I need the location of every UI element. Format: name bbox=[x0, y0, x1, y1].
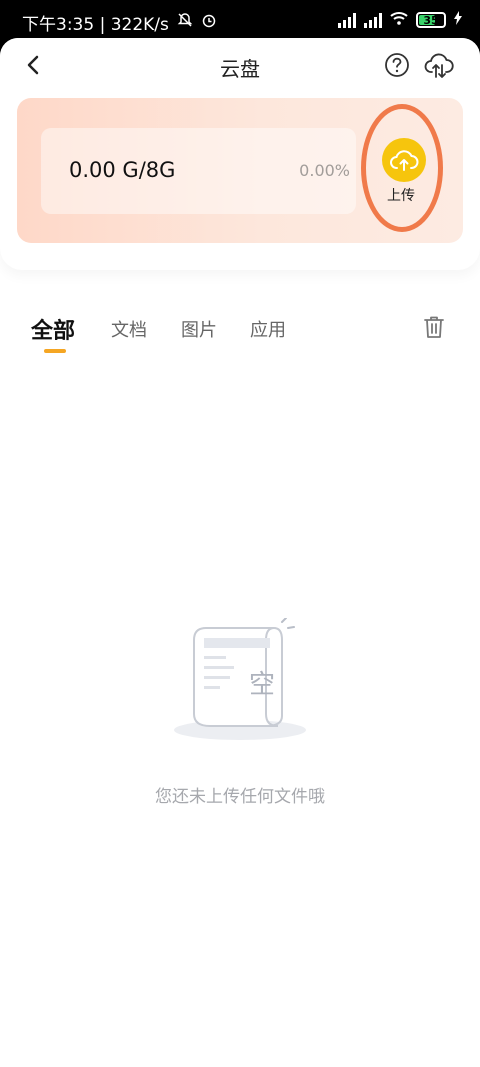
tab-documents[interactable]: 文档 bbox=[111, 316, 147, 342]
empty-illustration-text: 空 bbox=[249, 670, 275, 700]
wifi-icon bbox=[390, 10, 408, 30]
tab-indicator bbox=[44, 349, 66, 353]
signal-icon bbox=[364, 12, 382, 28]
battery-level: 35 bbox=[423, 13, 439, 27]
top-card: 云盘 0.00 G/8G 0.00% 上传 bbox=[0, 38, 480, 270]
status-right: 35 bbox=[338, 10, 462, 30]
tab-apps[interactable]: 应用 bbox=[250, 316, 286, 342]
battery-icon: 35 bbox=[416, 12, 446, 28]
signal-icon bbox=[338, 12, 356, 28]
storage-card: 0.00 G/8G 0.00% 上传 bbox=[17, 98, 463, 243]
status-bar: 下午3:35 | 322K/s 35 bbox=[0, 0, 480, 40]
storage-used: 0.00 G/8G bbox=[69, 158, 176, 182]
tab-images[interactable]: 图片 bbox=[181, 316, 217, 342]
storage-usage-panel: 0.00 G/8G 0.00% bbox=[41, 128, 356, 214]
status-left: 下午3:35 | 322K/s bbox=[22, 10, 217, 35]
alarm-icon bbox=[201, 12, 217, 33]
app-screen: 云盘 0.00 G/8G 0.00% 上传 全部 文档 图片 应用 空 您还未上… bbox=[0, 38, 480, 1067]
mute-icon bbox=[177, 12, 193, 33]
help-icon[interactable] bbox=[384, 52, 410, 78]
highlight-ring bbox=[361, 104, 443, 232]
empty-message: 您还未上传任何文件哦 bbox=[155, 787, 325, 807]
charging-icon bbox=[454, 10, 462, 30]
status-time-speed: 下午3:35 | 322K/s bbox=[22, 15, 169, 35]
trash-icon[interactable] bbox=[421, 314, 447, 340]
cloud-transfer-icon[interactable] bbox=[424, 50, 454, 80]
tab-all[interactable]: 全部 bbox=[31, 313, 75, 345]
header: 云盘 bbox=[0, 38, 480, 98]
file-type-tabs: 全部 文档 图片 应用 bbox=[0, 296, 480, 366]
empty-document-illustration: 空 bbox=[174, 618, 306, 740]
storage-percent: 0.00% bbox=[299, 161, 350, 180]
